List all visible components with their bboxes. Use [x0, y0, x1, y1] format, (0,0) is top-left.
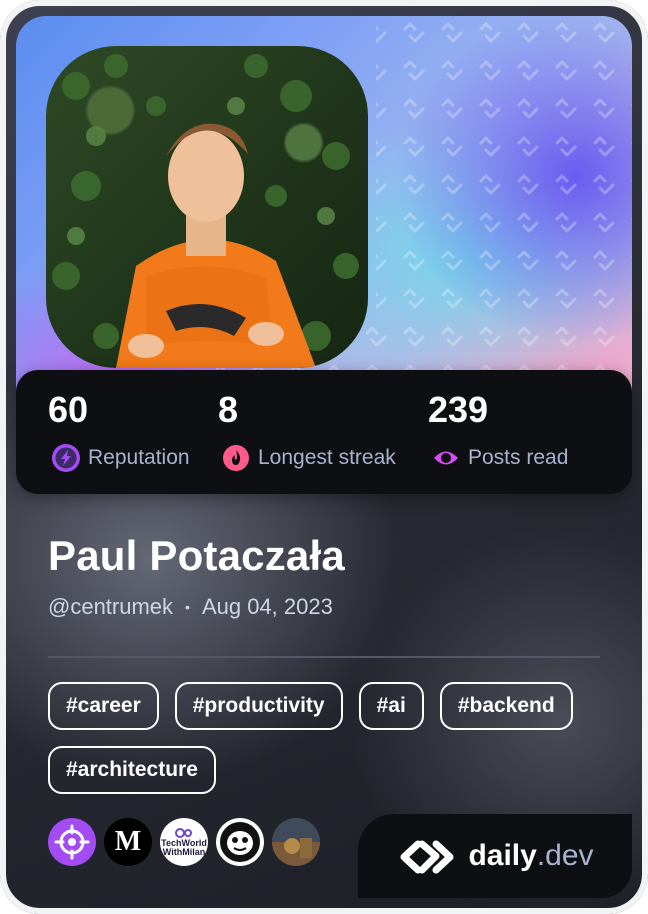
tag-list: #career #productivity #ai #backend #arch…	[48, 682, 608, 794]
brand-text: daily.dev	[468, 839, 593, 873]
avatar	[46, 46, 368, 368]
character-logo-icon[interactable]	[216, 818, 264, 866]
meta-separator: •	[185, 599, 190, 615]
profile-handle: @centrumek	[48, 594, 174, 619]
source-list: M TechWorld WithMilan	[48, 818, 320, 866]
medium-letter: M	[114, 826, 142, 857]
brand-tld: .dev	[536, 839, 594, 872]
tag-career[interactable]: #career	[48, 682, 159, 730]
tag-productivity[interactable]: #productivity	[174, 682, 343, 730]
daily-dev-brand: daily.dev	[358, 814, 632, 898]
streak-value: 8	[218, 389, 239, 430]
brand-name: daily	[468, 839, 537, 872]
stat-reputation: 60 Reputation	[48, 388, 190, 472]
reputation-value: 60	[48, 389, 89, 430]
daily-dev-logo-icon	[400, 840, 454, 874]
tag-ai[interactable]: #ai	[358, 682, 424, 730]
reputation-label: Reputation	[88, 446, 190, 469]
photo-logo-icon[interactable]	[272, 818, 320, 866]
bolt-icon	[52, 444, 80, 472]
divider	[48, 656, 600, 658]
streak-label: Longest streak	[258, 446, 396, 469]
eye-icon	[432, 444, 460, 472]
profile-name: Paul Potaczała	[48, 532, 345, 579]
techworld-with-milan-icon[interactable]: TechWorld WithMilan	[160, 818, 208, 866]
flame-icon	[222, 444, 250, 472]
stat-posts-read: 239 Posts read	[428, 388, 568, 472]
target-icon[interactable]	[48, 818, 96, 866]
profile-meta: @centrumek • Aug 04, 2023	[48, 594, 333, 620]
posts-read-value: 239	[428, 389, 489, 430]
stats-bar: 60 Reputation 8 Longest streak 239 Posts…	[16, 370, 632, 494]
tag-architecture[interactable]: #architecture	[48, 746, 216, 794]
posts-read-label: Posts read	[468, 446, 569, 469]
stat-longest-streak: 8 Longest streak	[218, 388, 396, 472]
techworld-line2: WithMilan	[162, 847, 206, 857]
joined-date: Aug 04, 2023	[201, 594, 333, 619]
tag-backend[interactable]: #backend	[439, 682, 573, 730]
medium-icon[interactable]: M	[104, 818, 152, 866]
devcard: 60 Reputation 8 Longest streak 239 Posts…	[0, 0, 648, 914]
